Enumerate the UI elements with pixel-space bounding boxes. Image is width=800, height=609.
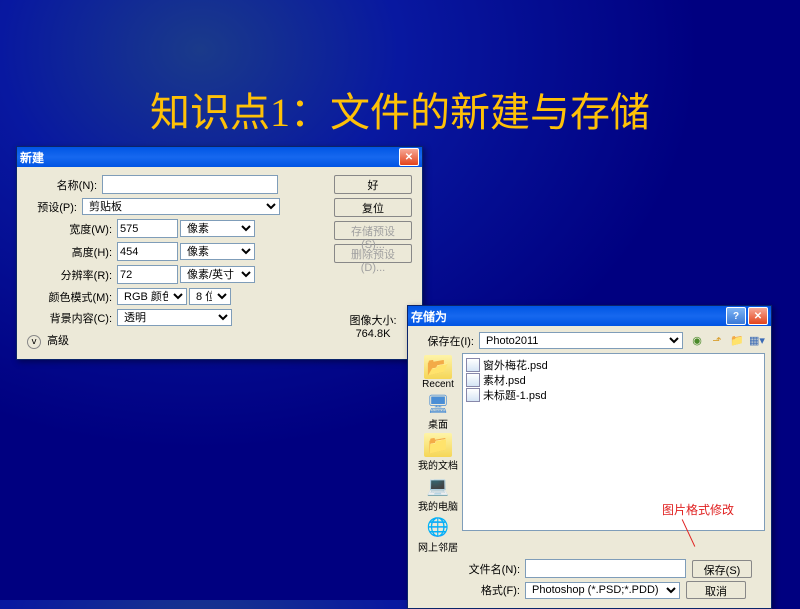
format-select[interactable]: Photoshop (*.PSD;*.PDD) bbox=[525, 582, 680, 599]
new-folder-icon[interactable]: 📁 bbox=[729, 333, 745, 349]
height-unit-select[interactable]: 像素 bbox=[180, 243, 255, 260]
dialog-title: 新建 bbox=[20, 149, 44, 166]
preset-select[interactable]: 剪贴板 bbox=[82, 198, 280, 215]
cancel-button[interactable]: 取消 bbox=[686, 581, 746, 599]
file-list[interactable]: 窗外梅花.psd 素材.psd 未标题-1.psd 图片格式修改 bbox=[462, 353, 765, 531]
bit-depth-select[interactable]: 8 位 bbox=[189, 288, 231, 305]
color-mode-select[interactable]: RGB 颜色 bbox=[117, 288, 187, 305]
save-as-dialog: 存储为 ? ✕ 保存在(I): Photo2011 ◉ ⬏ 📁 ▦▾ 📂Rece… bbox=[407, 305, 772, 609]
close-icon[interactable]: ✕ bbox=[399, 148, 419, 166]
help-icon[interactable]: ? bbox=[726, 307, 746, 325]
resolution-unit-select[interactable]: 像素/英寸 bbox=[180, 266, 255, 283]
file-icon bbox=[466, 388, 480, 402]
filename-label: 文件名(N): bbox=[464, 561, 520, 577]
place-network[interactable]: 🌐网上邻居 bbox=[418, 515, 458, 554]
color-mode-label: 颜色模式(M): bbox=[27, 289, 112, 305]
delete-preset-button: 删除预设(D)... bbox=[334, 244, 412, 263]
view-icon[interactable]: ▦▾ bbox=[749, 333, 765, 349]
reset-button[interactable]: 复位 bbox=[334, 198, 412, 217]
ok-button[interactable]: 好 bbox=[334, 175, 412, 194]
format-label: 格式(F): bbox=[464, 582, 520, 598]
place-mycomputer[interactable]: 💻我的电脑 bbox=[418, 474, 458, 513]
image-size-info: 图像大小: 764.8K bbox=[334, 312, 412, 340]
filename-input[interactable] bbox=[525, 559, 686, 578]
folder-select[interactable]: Photo2011 bbox=[479, 332, 683, 349]
titlebar: 存储为 ? ✕ bbox=[408, 306, 771, 326]
save-preset-button: 存储预设(S)... bbox=[334, 221, 412, 240]
slide-title: 知识点1：文件的新建与存储 bbox=[0, 80, 800, 138]
place-recent[interactable]: 📂Recent bbox=[422, 355, 454, 390]
background-label: 背景内容(C): bbox=[27, 310, 112, 326]
resolution-input[interactable] bbox=[117, 265, 178, 284]
width-input[interactable] bbox=[117, 219, 178, 238]
width-unit-select[interactable]: 像素 bbox=[180, 220, 255, 237]
titlebar: 新建 ✕ bbox=[17, 147, 422, 167]
place-mydocs[interactable]: 📁我的文档 bbox=[418, 433, 458, 472]
back-icon[interactable]: ◉ bbox=[689, 333, 705, 349]
background-select[interactable]: 透明 bbox=[117, 309, 232, 326]
name-input[interactable] bbox=[102, 175, 278, 194]
annotation-arrow bbox=[682, 519, 696, 547]
list-item[interactable]: 窗外梅花.psd bbox=[466, 357, 761, 372]
annotation-text: 图片格式修改 bbox=[662, 501, 734, 518]
resolution-label: 分辨率(R): bbox=[27, 267, 112, 283]
list-item[interactable]: 未标题-1.psd bbox=[466, 387, 761, 402]
place-desktop[interactable]: 🖥桌面 bbox=[424, 392, 452, 431]
up-icon[interactable]: ⬏ bbox=[709, 333, 725, 349]
close-icon[interactable]: ✕ bbox=[748, 307, 768, 325]
savein-label: 保存在(I): bbox=[414, 333, 474, 349]
height-label: 高度(H): bbox=[27, 244, 112, 260]
name-label: 名称(N): bbox=[27, 177, 97, 193]
places-bar: 📂Recent 🖥桌面 📁我的文档 💻我的电脑 🌐网上邻居 bbox=[414, 353, 462, 554]
save-button[interactable]: 保存(S) bbox=[692, 560, 752, 578]
preset-label: 预设(P): bbox=[27, 199, 77, 215]
dialog-title: 存储为 bbox=[411, 308, 447, 325]
height-input[interactable] bbox=[117, 242, 178, 261]
file-icon bbox=[466, 373, 480, 387]
new-file-dialog: 新建 ✕ 名称(N): 预设(P): 剪贴板 宽度(W): 像素 高度(H): … bbox=[16, 146, 423, 360]
chevron-down-icon: ⅴ bbox=[27, 335, 41, 349]
file-icon bbox=[466, 358, 480, 372]
list-item[interactable]: 素材.psd bbox=[466, 372, 761, 387]
width-label: 宽度(W): bbox=[27, 221, 112, 237]
